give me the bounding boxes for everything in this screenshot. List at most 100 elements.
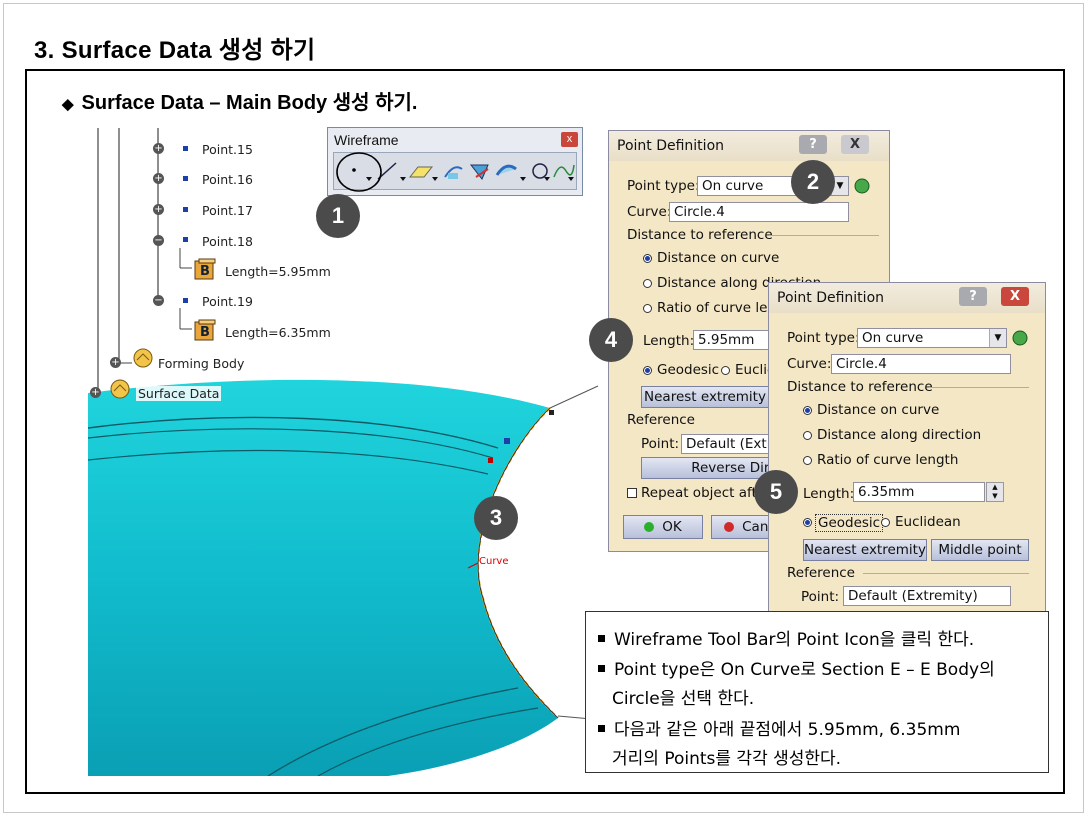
point-type-select[interactable]: On curve ▼ bbox=[857, 328, 1007, 348]
tree-item-point19[interactable]: Point.19 bbox=[202, 294, 253, 309]
ok-label: OK bbox=[662, 519, 682, 535]
point-type-value: On curve bbox=[862, 330, 924, 346]
tree-item-length-635[interactable]: Length=6.35mm bbox=[225, 325, 331, 340]
separator bbox=[863, 573, 1029, 574]
nearest-extremity-button[interactable]: Nearest extremity bbox=[641, 386, 769, 408]
spline-icon[interactable] bbox=[552, 157, 576, 185]
distance-reference-label: Distance to reference bbox=[627, 227, 773, 243]
close-icon[interactable]: x bbox=[561, 132, 578, 147]
body-icon bbox=[133, 348, 153, 368]
spinner-icon[interactable]: ▲ ▼ bbox=[986, 482, 1004, 502]
note-line-1: Wireframe Tool Bar의 Point Icon을 클릭 한다. bbox=[598, 625, 974, 650]
expand-icon[interactable]: + bbox=[110, 357, 121, 368]
length-value: 5.95mm bbox=[698, 332, 755, 348]
euclidean-label: Euclidean bbox=[895, 514, 961, 530]
step-badge-4: 4 bbox=[589, 318, 633, 362]
point-type-label: Point type: bbox=[787, 330, 860, 346]
intersection-icon[interactable] bbox=[468, 157, 492, 185]
tree-item-surface-data[interactable]: Surface Data bbox=[136, 386, 222, 401]
tree-item-point15[interactable]: Point.15 bbox=[202, 142, 253, 157]
tree-item-point16[interactable]: Point.16 bbox=[202, 172, 253, 187]
middle-point-button[interactable]: Middle point bbox=[931, 539, 1029, 561]
radio-euclidean[interactable] bbox=[721, 366, 730, 375]
curve-label: Curve: bbox=[627, 204, 672, 220]
expand-icon[interactable]: + bbox=[153, 173, 164, 184]
repeat-object-checkbox[interactable] bbox=[627, 488, 637, 498]
curve-field[interactable]: Circle.4 bbox=[831, 354, 1011, 374]
circle-icon[interactable] bbox=[530, 157, 552, 185]
plane-icon[interactable] bbox=[406, 157, 438, 185]
step-badge-5: 5 bbox=[754, 470, 798, 514]
slide-title: 3. Surface Data 생성 하기 bbox=[34, 37, 316, 64]
reference-point-field[interactable]: Default (Extremity) bbox=[843, 586, 1011, 606]
note-text-2b: Circle을 선택 한다. bbox=[612, 689, 755, 709]
point-label: Point: bbox=[801, 589, 840, 605]
length-input[interactable]: 6.35mm bbox=[853, 482, 985, 502]
curve-label: Curve: bbox=[787, 356, 832, 372]
step-badge-2: 2 bbox=[791, 160, 835, 204]
point-type-value: On curve bbox=[702, 178, 764, 194]
step-badge-1: 1 bbox=[316, 194, 360, 238]
ratio-label: Ratio of curve length bbox=[817, 452, 959, 468]
svg-text:B: B bbox=[200, 325, 210, 340]
point-icon bbox=[183, 298, 188, 303]
radio-distance-on-curve[interactable] bbox=[643, 254, 652, 263]
radio-distance-along-direction[interactable] bbox=[643, 279, 652, 288]
help-button[interactable]: ? bbox=[799, 135, 827, 154]
collapse-icon[interactable]: − bbox=[153, 235, 164, 246]
instruction-box: Wireframe Tool Bar의 Point Icon을 클릭 한다. P… bbox=[585, 611, 1049, 773]
highlight-circle bbox=[336, 152, 382, 192]
wireframe-toolbar: Wireframe x bbox=[327, 127, 583, 196]
distance-along-direction-label: Distance along direction bbox=[817, 427, 982, 443]
radio-distance-along-direction[interactable] bbox=[803, 431, 812, 440]
diamond-bullet-icon: ◆ bbox=[62, 96, 74, 113]
point-icon bbox=[183, 176, 188, 181]
reference-point-value: Default (Extremity) bbox=[848, 588, 978, 604]
distance-reference-label: Distance to reference bbox=[787, 379, 933, 395]
radio-euclidean[interactable] bbox=[881, 518, 890, 527]
radio-distance-on-curve[interactable] bbox=[803, 406, 812, 415]
distance-on-curve-label: Distance on curve bbox=[817, 402, 940, 418]
stack-icon[interactable] bbox=[1011, 329, 1029, 347]
point-icon bbox=[183, 207, 188, 212]
radio-ratio[interactable] bbox=[643, 304, 652, 313]
length-label: Length: bbox=[803, 486, 855, 502]
expand-icon[interactable]: + bbox=[153, 143, 164, 154]
chevron-down-icon: ▼ bbox=[989, 329, 1006, 347]
radio-geodesic[interactable] bbox=[803, 518, 812, 527]
radio-ratio[interactable] bbox=[803, 456, 812, 465]
expand-icon[interactable]: + bbox=[90, 387, 101, 398]
length-label: Length: bbox=[643, 333, 695, 349]
close-button[interactable]: X bbox=[1001, 287, 1029, 306]
toolbar-title: Wireframe bbox=[334, 132, 399, 148]
separator bbox=[929, 387, 1029, 388]
point-type-label: Point type: bbox=[627, 178, 700, 194]
projection-icon[interactable] bbox=[442, 157, 466, 185]
tree-item-point17[interactable]: Point.17 bbox=[202, 203, 253, 218]
ok-button[interactable]: OK bbox=[623, 515, 703, 539]
tree-item-forming-body[interactable]: Forming Body bbox=[158, 356, 244, 371]
close-button[interactable]: X bbox=[841, 135, 869, 154]
square-bullet-icon bbox=[598, 724, 605, 732]
curve-field[interactable]: Circle.4 bbox=[669, 202, 849, 222]
tree-item-length-595[interactable]: Length=5.95mm bbox=[225, 264, 331, 279]
help-button[interactable]: ? bbox=[959, 287, 987, 306]
tree-item-point18[interactable]: Point.18 bbox=[202, 234, 253, 249]
radio-geodesic[interactable] bbox=[643, 366, 652, 375]
note-line-3: 다음과 같은 아래 끝점에서 5.95mm, 6.35mm bbox=[598, 715, 960, 740]
note-text-2a: Point type은 On Curve로 Section E – E Body… bbox=[614, 660, 995, 680]
point-icon bbox=[183, 146, 188, 151]
geodesic-label: Geodesic bbox=[815, 514, 884, 532]
note-text-1: Wireframe Tool Bar의 Point Icon을 클릭 한다. bbox=[614, 630, 975, 650]
ok-icon bbox=[644, 522, 655, 532]
curve-label: Curve bbox=[479, 556, 509, 567]
square-bullet-icon bbox=[598, 664, 605, 672]
offset-icon[interactable] bbox=[494, 157, 526, 185]
reference-label: Reference bbox=[627, 412, 695, 428]
collapse-icon[interactable]: − bbox=[153, 295, 164, 306]
stack-icon[interactable] bbox=[853, 177, 871, 195]
subtitle-text: Surface Data – Main Body 생성 하기. bbox=[81, 92, 418, 114]
cancel-icon bbox=[724, 522, 735, 532]
nearest-extremity-button[interactable]: Nearest extremity bbox=[803, 539, 927, 561]
expand-icon[interactable]: + bbox=[153, 204, 164, 215]
